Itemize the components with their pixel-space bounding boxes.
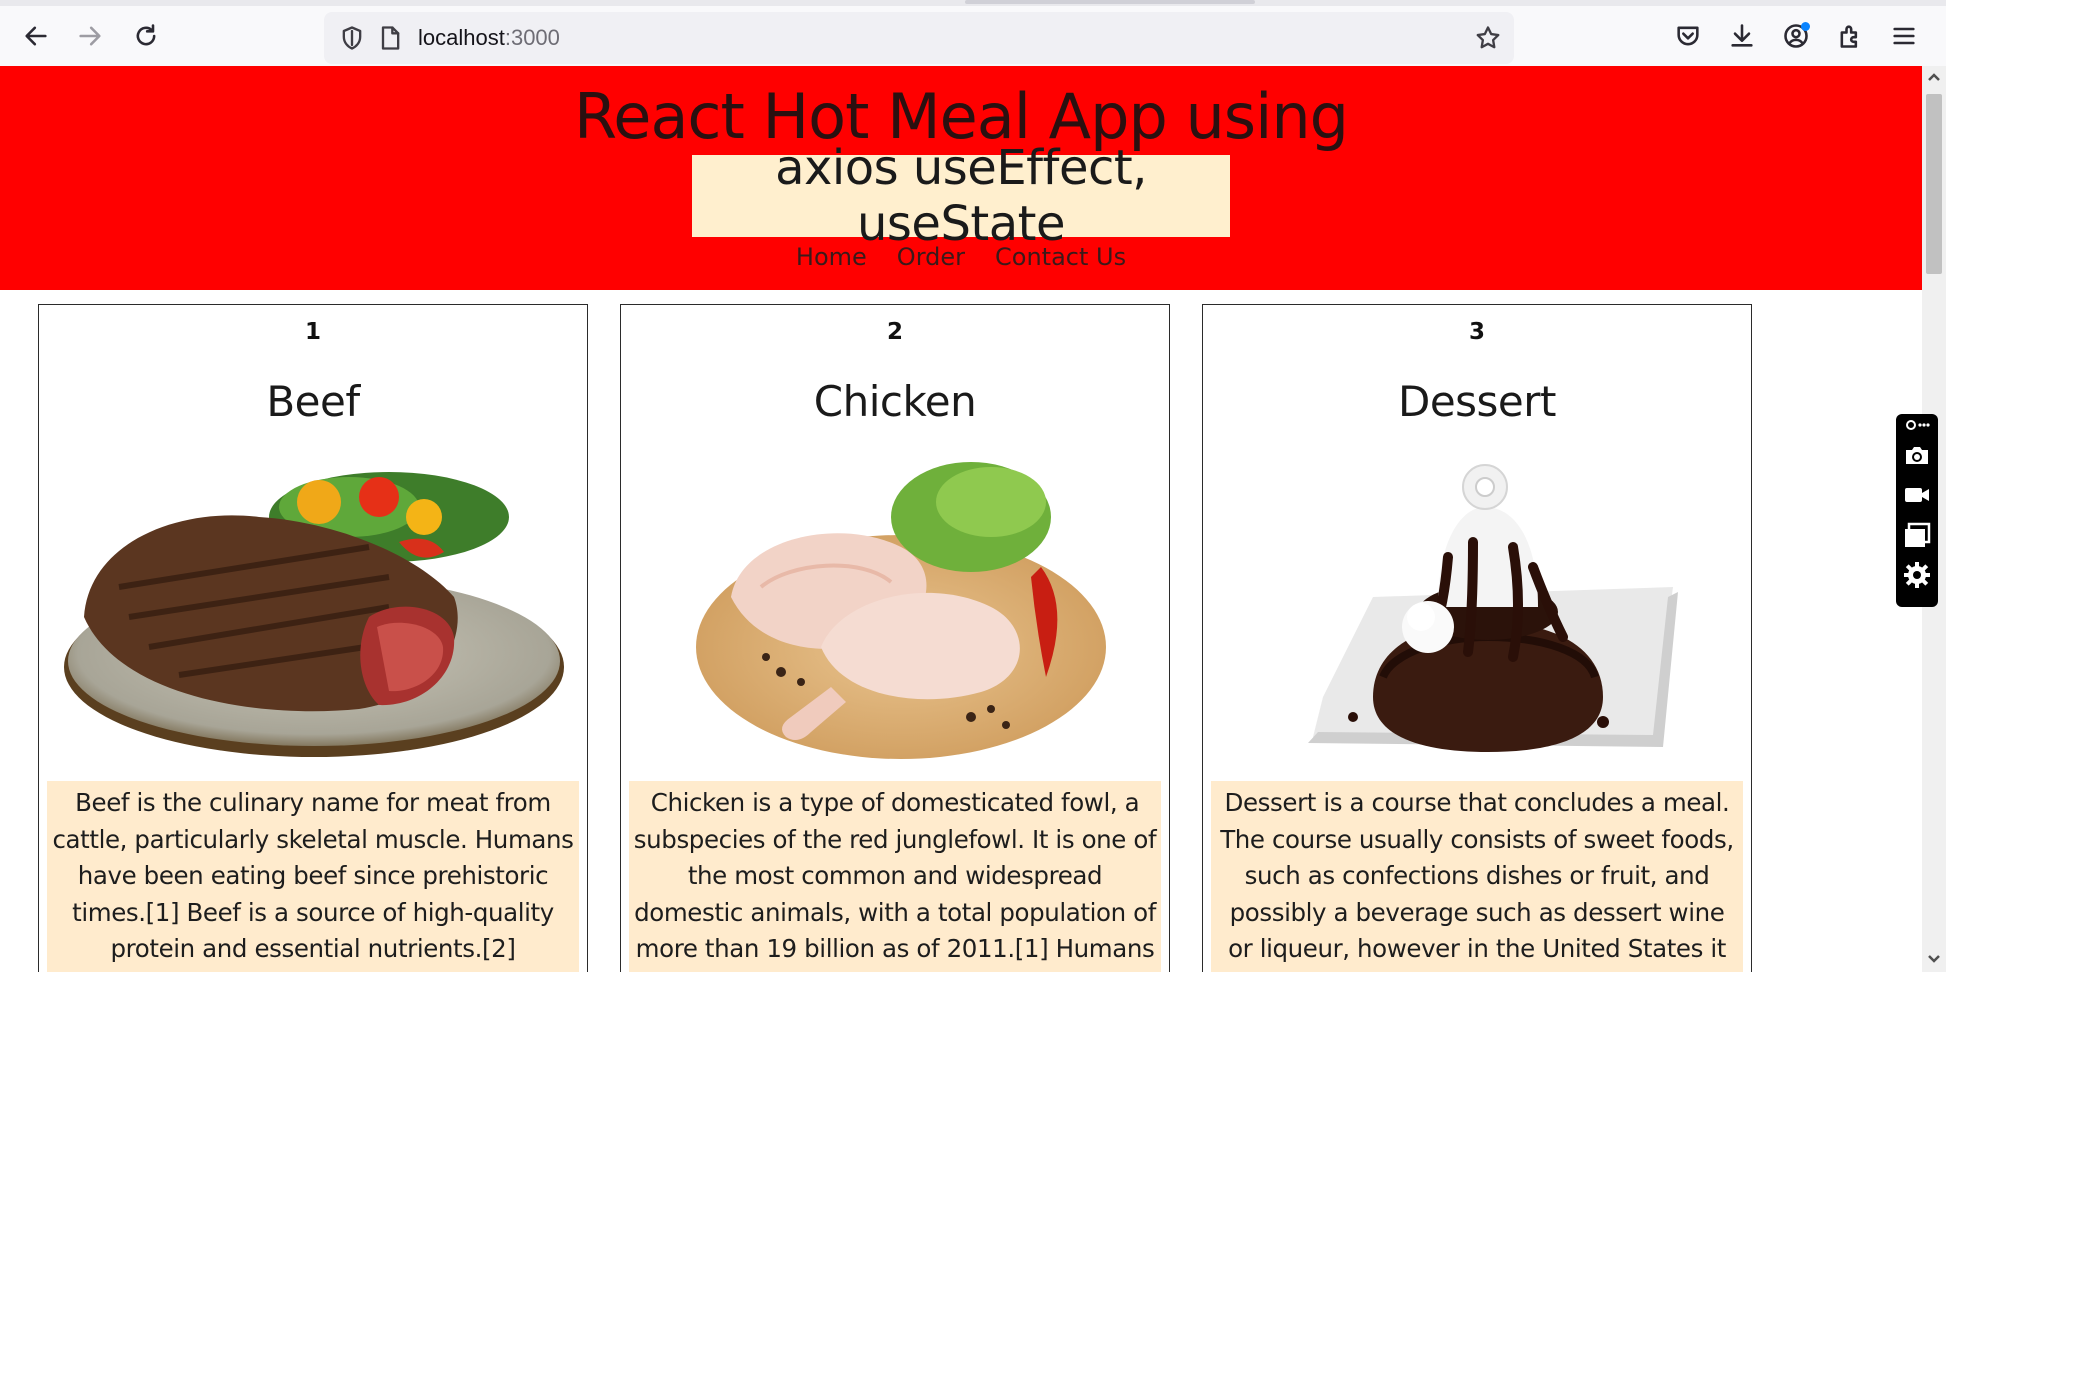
url-host: localhost (418, 25, 505, 50)
capture-toolbar (1896, 414, 1938, 607)
page-title: React Hot Meal App using (574, 80, 1349, 153)
nav-link-home[interactable]: Home (796, 243, 867, 271)
page-subtitle: axios useEffect, useState (775, 140, 1147, 252)
scroll-down-icon[interactable] (1926, 950, 1942, 966)
card-title: Dessert (1397, 377, 1557, 426)
meal-card-beef: 1 Beef Beef is the culinary name for mea… (38, 304, 588, 972)
reload-icon[interactable] (126, 16, 166, 56)
chocolate-lava-cake-image (1308, 464, 1678, 752)
card-description: Beef is the culinary name for meat from … (47, 781, 579, 972)
browser-toolbar: localhost:3000 (0, 0, 1946, 66)
notification-dot (1801, 22, 1810, 31)
url-bar[interactable]: localhost:3000 (324, 12, 1514, 64)
gear-icon[interactable] (1902, 560, 1932, 590)
url-text[interactable]: localhost:3000 (418, 25, 560, 51)
raw-chicken-legs-on-board-image (696, 462, 1106, 759)
card-description: Dessert is a course that concludes a mea… (1211, 781, 1743, 972)
account-icon[interactable] (1776, 16, 1816, 56)
steak-on-plate-image (64, 472, 564, 757)
download-icon[interactable] (1722, 16, 1762, 56)
card-title: Chicken (813, 377, 977, 426)
meal-card-dessert: 3 Dessert Dessert is a course that concl… (1202, 304, 1752, 972)
nav-link-contact-us[interactable]: Contact Us (995, 243, 1126, 271)
card-description: Chicken is a type of domesticated fowl, … (629, 781, 1161, 972)
subtitle-highlight: axios useEffect, useState (692, 140, 1230, 252)
extensions-icon[interactable] (1830, 16, 1870, 56)
page-viewport: React Hot Meal App using axios useEffect… (0, 66, 1922, 972)
url-port: :3000 (504, 25, 560, 50)
browser-window: localhost:3000 React Hot Meal App using … (0, 0, 1946, 972)
main-nav: Home Order Contact Us (0, 243, 1922, 271)
scroll-thumb[interactable] (1926, 94, 1942, 274)
nav-link-order[interactable]: Order (897, 243, 965, 271)
card-title: Beef (266, 377, 360, 426)
card-id: 2 (886, 319, 903, 345)
star-icon[interactable] (1474, 24, 1502, 52)
forward-icon[interactable] (70, 16, 110, 56)
menu-icon[interactable] (1884, 16, 1924, 56)
scroll-up-icon[interactable] (1926, 70, 1942, 86)
card-id: 1 (304, 319, 321, 345)
pocket-icon[interactable] (1668, 16, 1708, 56)
back-icon[interactable] (16, 16, 56, 56)
pin-icon[interactable] (1902, 416, 1932, 434)
shield-icon[interactable] (338, 24, 366, 52)
camera-icon[interactable] (1902, 440, 1932, 470)
card-id: 3 (1468, 319, 1485, 345)
video-icon[interactable] (1902, 480, 1932, 510)
meal-card-chicken: 2 Chicken Chicken is a type of domestica… (620, 304, 1170, 972)
meal-cards: 1 Beef Beef is the culinary name for mea… (0, 304, 1922, 972)
page-icon[interactable] (376, 24, 404, 52)
window-icon[interactable] (1902, 520, 1932, 550)
tab-indicator (965, 0, 1255, 4)
app-header: React Hot Meal App using axios useEffect… (0, 66, 1922, 290)
